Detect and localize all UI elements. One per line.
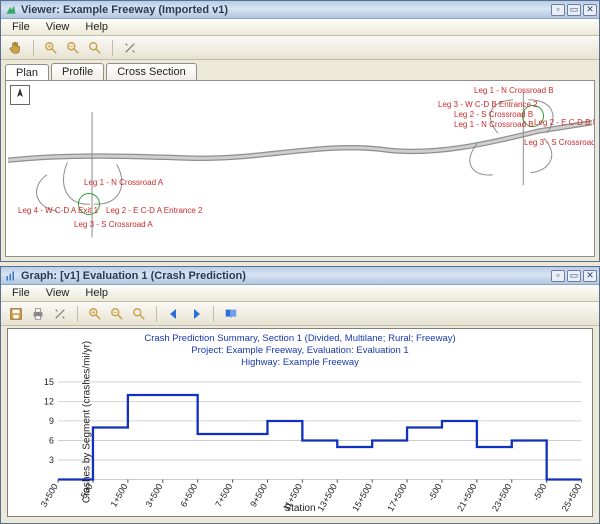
viewer-window: Viewer: Example Freeway (Imported v1) ▫ … bbox=[0, 0, 600, 262]
menu-help[interactable]: Help bbox=[78, 285, 115, 301]
compass-icon bbox=[10, 85, 30, 105]
close-button[interactable]: ✕ bbox=[583, 270, 597, 282]
chart-xlabel: Station bbox=[8, 503, 592, 514]
plan-label: Leg 1 - N Crossroad B bbox=[454, 121, 534, 129]
plan-label: Leg 1 - N Crossroad B bbox=[474, 87, 554, 95]
menu-file[interactable]: File bbox=[5, 19, 37, 35]
graph-menubar: File View Help bbox=[1, 285, 599, 302]
plan-label: Leg 4 - W C-D A Exit 1 bbox=[18, 207, 98, 215]
svg-text:6: 6 bbox=[49, 436, 54, 446]
chart-ylabel: Crashes by Segment (crashes/mi/yr) bbox=[82, 341, 93, 503]
zoom-out-icon[interactable] bbox=[108, 305, 126, 323]
plan-label: Leg 3 - S Crossroad B bbox=[524, 139, 595, 147]
chart-title-line2: Project: Example Freeway, Evaluation: Ev… bbox=[8, 345, 592, 357]
print-icon[interactable] bbox=[29, 305, 47, 323]
close-button[interactable]: ✕ bbox=[583, 4, 597, 16]
chart-series bbox=[58, 395, 582, 480]
chart-title-line3: Highway: Example Freeway bbox=[8, 357, 592, 369]
viewer-menubar: File View Help bbox=[1, 19, 599, 36]
viewer-sysbuttons: ▫ ▭ ✕ bbox=[551, 4, 597, 16]
graph-title: Graph: [v1] Evaluation 1 (Crash Predicti… bbox=[21, 270, 551, 282]
prev-icon[interactable] bbox=[165, 305, 183, 323]
plan-label: Leg 1 - N Crossroad A bbox=[84, 179, 163, 187]
menu-view[interactable]: View bbox=[39, 285, 77, 301]
graph-toolbar bbox=[1, 302, 599, 326]
toolbar-separator bbox=[156, 306, 157, 322]
svg-text:15: 15 bbox=[44, 377, 54, 387]
viewer-titlebar: Viewer: Example Freeway (Imported v1) ▫ … bbox=[1, 1, 599, 19]
toolbar-separator bbox=[213, 306, 214, 322]
svg-text:9: 9 bbox=[49, 416, 54, 426]
svg-text:-500: -500 bbox=[426, 482, 443, 503]
toolbar-separator bbox=[112, 40, 113, 56]
next-icon[interactable] bbox=[187, 305, 205, 323]
chart-title-line1: Crash Prediction Summary, Section 1 (Div… bbox=[8, 333, 592, 345]
viewer-toolbar bbox=[1, 36, 599, 60]
svg-text:12: 12 bbox=[44, 397, 54, 407]
toolbar-separator bbox=[33, 40, 34, 56]
plan-label: Leg 2 - E C-D B Exit 1 bbox=[534, 119, 595, 127]
maximize-button[interactable]: ▭ bbox=[567, 270, 581, 282]
menu-file[interactable]: File bbox=[5, 285, 37, 301]
chart-yticks: 3 6 9 12 15 bbox=[44, 377, 54, 465]
measure-icon[interactable] bbox=[121, 39, 139, 57]
viewer-tabs: Plan Profile Cross Section bbox=[1, 60, 599, 80]
menu-view[interactable]: View bbox=[39, 19, 77, 35]
tab-profile[interactable]: Profile bbox=[51, 63, 104, 80]
maximize-button[interactable]: ▭ bbox=[567, 4, 581, 16]
zoom-fit-icon[interactable] bbox=[130, 305, 148, 323]
plan-label: Leg 3 - W C-D B Entrance 2 bbox=[438, 101, 538, 109]
settings-icon[interactable] bbox=[51, 305, 69, 323]
chart-titles: Crash Prediction Summary, Section 1 (Div… bbox=[8, 333, 592, 369]
restore-button[interactable]: ▫ bbox=[551, 4, 565, 16]
viewer-title: Viewer: Example Freeway (Imported v1) bbox=[21, 4, 551, 16]
plan-label: Leg 2 - S Crossroad B bbox=[454, 111, 533, 119]
chart-grid bbox=[58, 382, 582, 480]
menu-help[interactable]: Help bbox=[78, 19, 115, 35]
app-icon bbox=[5, 4, 17, 16]
zoom-in-icon[interactable] bbox=[86, 305, 104, 323]
save-icon[interactable] bbox=[7, 305, 25, 323]
zoom-in-icon[interactable] bbox=[42, 39, 60, 57]
svg-text:3: 3 bbox=[49, 455, 54, 465]
plan-label: Leg 3 - S Crossroad A bbox=[74, 221, 153, 229]
graph-titlebar: Graph: [v1] Evaluation 1 (Crash Predicti… bbox=[1, 267, 599, 285]
graph-sysbuttons: ▫ ▭ ✕ bbox=[551, 270, 597, 282]
toolbar-separator bbox=[77, 306, 78, 322]
zoom-fit-icon[interactable] bbox=[86, 39, 104, 57]
svg-text:-500: -500 bbox=[531, 482, 548, 503]
plan-label: Leg 2 - E C-D A Entrance 2 bbox=[106, 207, 203, 215]
tab-cross-section[interactable]: Cross Section bbox=[106, 63, 196, 80]
zoom-out-icon[interactable] bbox=[64, 39, 82, 57]
chart-icon bbox=[5, 270, 17, 282]
graph-window: Graph: [v1] Evaluation 1 (Crash Predicti… bbox=[0, 266, 600, 524]
chart-area: Crash Prediction Summary, Section 1 (Div… bbox=[7, 328, 593, 517]
tab-plan[interactable]: Plan bbox=[5, 64, 49, 81]
plan-viewport[interactable]: Leg 1 - N Crossroad A Leg 4 - W C-D A Ex… bbox=[5, 80, 595, 257]
hand-icon[interactable] bbox=[7, 39, 25, 57]
book-icon[interactable] bbox=[222, 305, 240, 323]
restore-button[interactable]: ▫ bbox=[551, 270, 565, 282]
